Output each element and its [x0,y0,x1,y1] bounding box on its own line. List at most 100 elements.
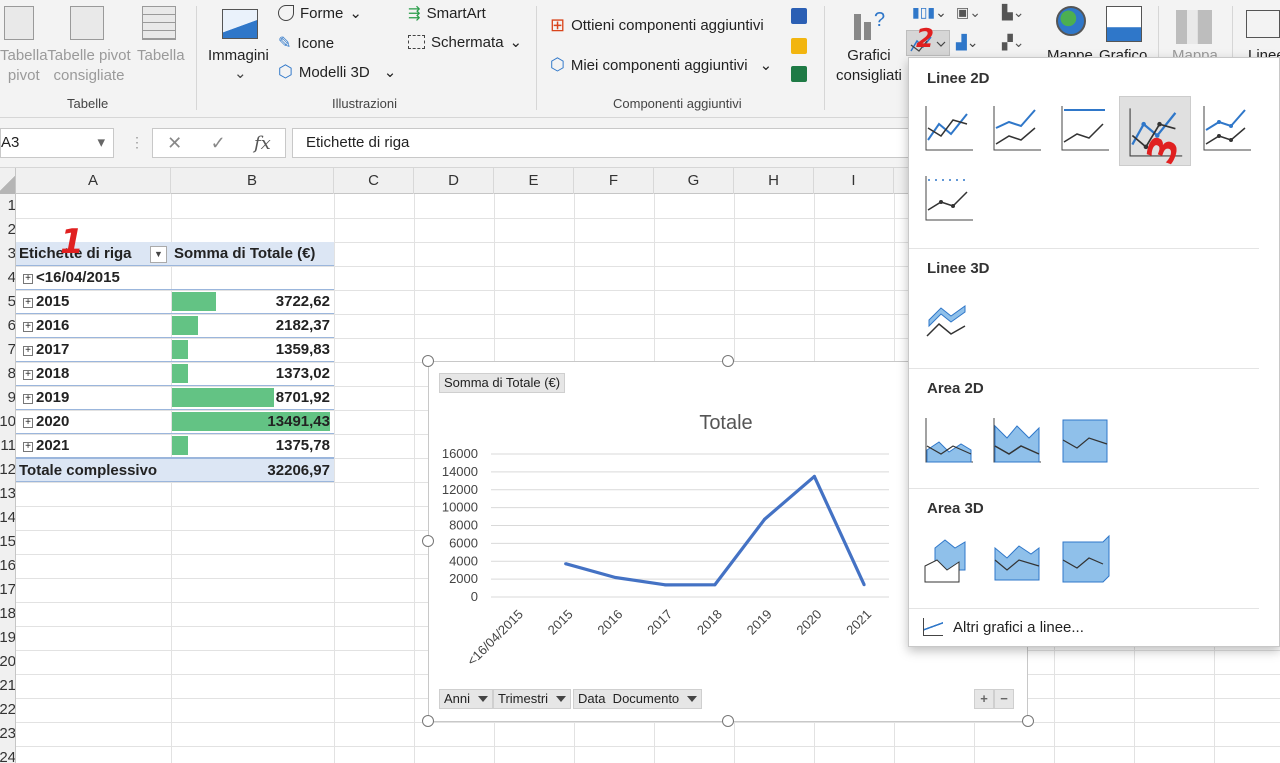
visio-icon[interactable] [791,8,807,24]
waterfall-chart-icon[interactable]: ▙⌄ [1002,4,1038,26]
row-header-8[interactable]: 8 [0,362,15,386]
enter-icon[interactable]: ✓ [211,133,226,154]
rec-charts-label-2: consigliati [836,67,902,84]
row-header-13[interactable]: 13 [0,482,15,506]
resize-handle-left[interactable] [422,535,434,547]
collapse-field-button[interactable]: − [994,689,1014,709]
group-componenti: Componenti aggiuntivi [613,96,742,111]
y-tick-label: 10000 [442,500,478,515]
grid-column-line [171,194,172,763]
anni-field-button[interactable]: Anni [439,689,494,709]
row-header-11[interactable]: 11 [0,434,15,458]
row-header-12[interactable]: 12 [0,458,15,482]
get-addins-button[interactable]: ⊞ Ottieni componenti aggiuntivi [550,15,764,36]
column-header-f[interactable]: F [574,168,654,194]
3d-stacked-area-thumb[interactable] [989,530,1049,590]
dropdown-triangle-icon [687,696,698,702]
recommended-charts-button[interactable]: Grafici consigliati [836,46,902,86]
cancel-icon[interactable]: ✕ [167,133,182,154]
shapes-button[interactable]: Forme ⌄ [278,4,362,22]
row-header-9[interactable]: 9 [0,386,15,410]
row-header-21[interactable]: 21 [0,674,15,698]
row-header-19[interactable]: 19 [0,626,15,650]
row-header-1[interactable]: 1 [0,194,15,218]
images-button[interactable]: Immagini [208,46,269,66]
trimestri-field-button[interactable]: Trimestri [493,689,572,709]
row-header-20[interactable]: 20 [0,650,15,674]
my-addins-button[interactable]: ⬡ Miei componenti aggiuntivi ⌄ [550,55,772,75]
line-chart-thumb[interactable] [921,98,981,158]
row-header-22[interactable]: 22 [0,698,15,722]
column-header-g[interactable]: G [654,168,734,194]
screenshot-button[interactable]: Schermata ⌄ [408,33,522,51]
name-box-chevron-icon[interactable]: ▾ [97,133,105,151]
table-button[interactable]: Tabella [137,46,185,66]
grid-row-line [16,746,1280,747]
recommended-pivot-button[interactable]: Tabelle pivot consigliate [46,46,132,86]
people-graph-icon[interactable] [791,66,807,82]
resize-handle-bottom-right[interactable] [1022,715,1034,727]
row-header-24[interactable]: 24 [0,746,15,763]
chart-title: Totale [699,412,752,434]
hierarchy-chart-icon[interactable]: ▣⌄ [956,4,992,26]
pivot-table-button[interactable]: Tabella pivot [0,46,48,86]
100-stacked-area-thumb[interactable] [1057,410,1117,470]
statistic-chart-icon[interactable]: ▟⌄ [956,34,992,56]
y-tick-label: 6000 [449,535,478,550]
row-header-4[interactable]: 4 [0,266,15,290]
area-thumb[interactable] [921,410,981,470]
column-header-i[interactable]: I [814,168,894,194]
value-field-button[interactable]: Somma di Totale (€) [439,373,566,393]
column-header-a[interactable]: A [16,168,171,194]
column-header-d[interactable]: D [414,168,494,194]
select-all-corner[interactable] [0,168,16,194]
row-header-16[interactable]: 16 [0,554,15,578]
100-stacked-line-markers-thumb[interactable] [921,168,981,228]
resize-handle-bottom-left[interactable] [422,715,434,727]
3d-area-thumb[interactable] [921,530,981,590]
3d-100-stacked-area-thumb[interactable] [1057,530,1117,590]
row-header-17[interactable]: 17 [0,578,15,602]
name-box-value: A3 [1,134,20,151]
row-header-3[interactable]: 3 [0,242,15,266]
column-header-h[interactable]: H [734,168,814,194]
row-header-6[interactable]: 6 [0,314,15,338]
column-header-b[interactable]: B [171,168,334,194]
row-header-2[interactable]: 2 [0,218,15,242]
stacked-line-thumb[interactable] [989,98,1049,158]
data-documento-field-button[interactable]: Data Documento [573,689,703,709]
y-tick-label: 4000 [449,553,478,568]
combo-chart-icon[interactable]: ▞⌄ [1002,34,1038,56]
expand-field-button[interactable]: + [974,689,994,709]
row-header-15[interactable]: 15 [0,530,15,554]
insert-function-icon[interactable]: fx [254,133,271,154]
row-header-10[interactable]: 10 [0,410,15,434]
smartart-button[interactable]: ⇶ SmartArt [408,4,486,23]
divider [909,608,1259,609]
100-stacked-line-thumb[interactable] [1057,98,1117,158]
bing-icon[interactable] [791,38,807,54]
3d-line-thumb[interactable] [921,290,981,350]
row-header-18[interactable]: 18 [0,602,15,626]
column-chart-icon[interactable]: ▮▯▮⌄ [912,4,948,26]
icons-button[interactable]: ✎ Icone [278,33,334,53]
data-point [613,575,617,579]
row-header-23[interactable]: 23 [0,722,15,746]
data-point [862,583,866,587]
row-header-5[interactable]: 5 [0,290,15,314]
row-header-14[interactable]: 14 [0,506,15,530]
resize-handle-bottom[interactable] [722,715,734,727]
3d-models-button[interactable]: ⬡ Modelli 3D ⌄ [278,62,396,82]
name-box[interactable]: A3 ▾ [0,128,114,158]
column-header-c[interactable]: C [334,168,414,194]
stacked-line-markers-thumb[interactable] [1199,98,1259,158]
resize-handle-top-left[interactable] [422,355,434,367]
column-header-e[interactable]: E [494,168,574,194]
resize-handle-top[interactable] [722,355,734,367]
step-marker-2: 2 [916,24,935,54]
row-header-7[interactable]: 7 [0,338,15,362]
svg-text:?: ? [874,9,885,31]
more-line-charts-item[interactable]: Altri grafici a linee... [923,618,1084,636]
data-point [564,562,568,566]
stacked-area-thumb[interactable] [989,410,1049,470]
